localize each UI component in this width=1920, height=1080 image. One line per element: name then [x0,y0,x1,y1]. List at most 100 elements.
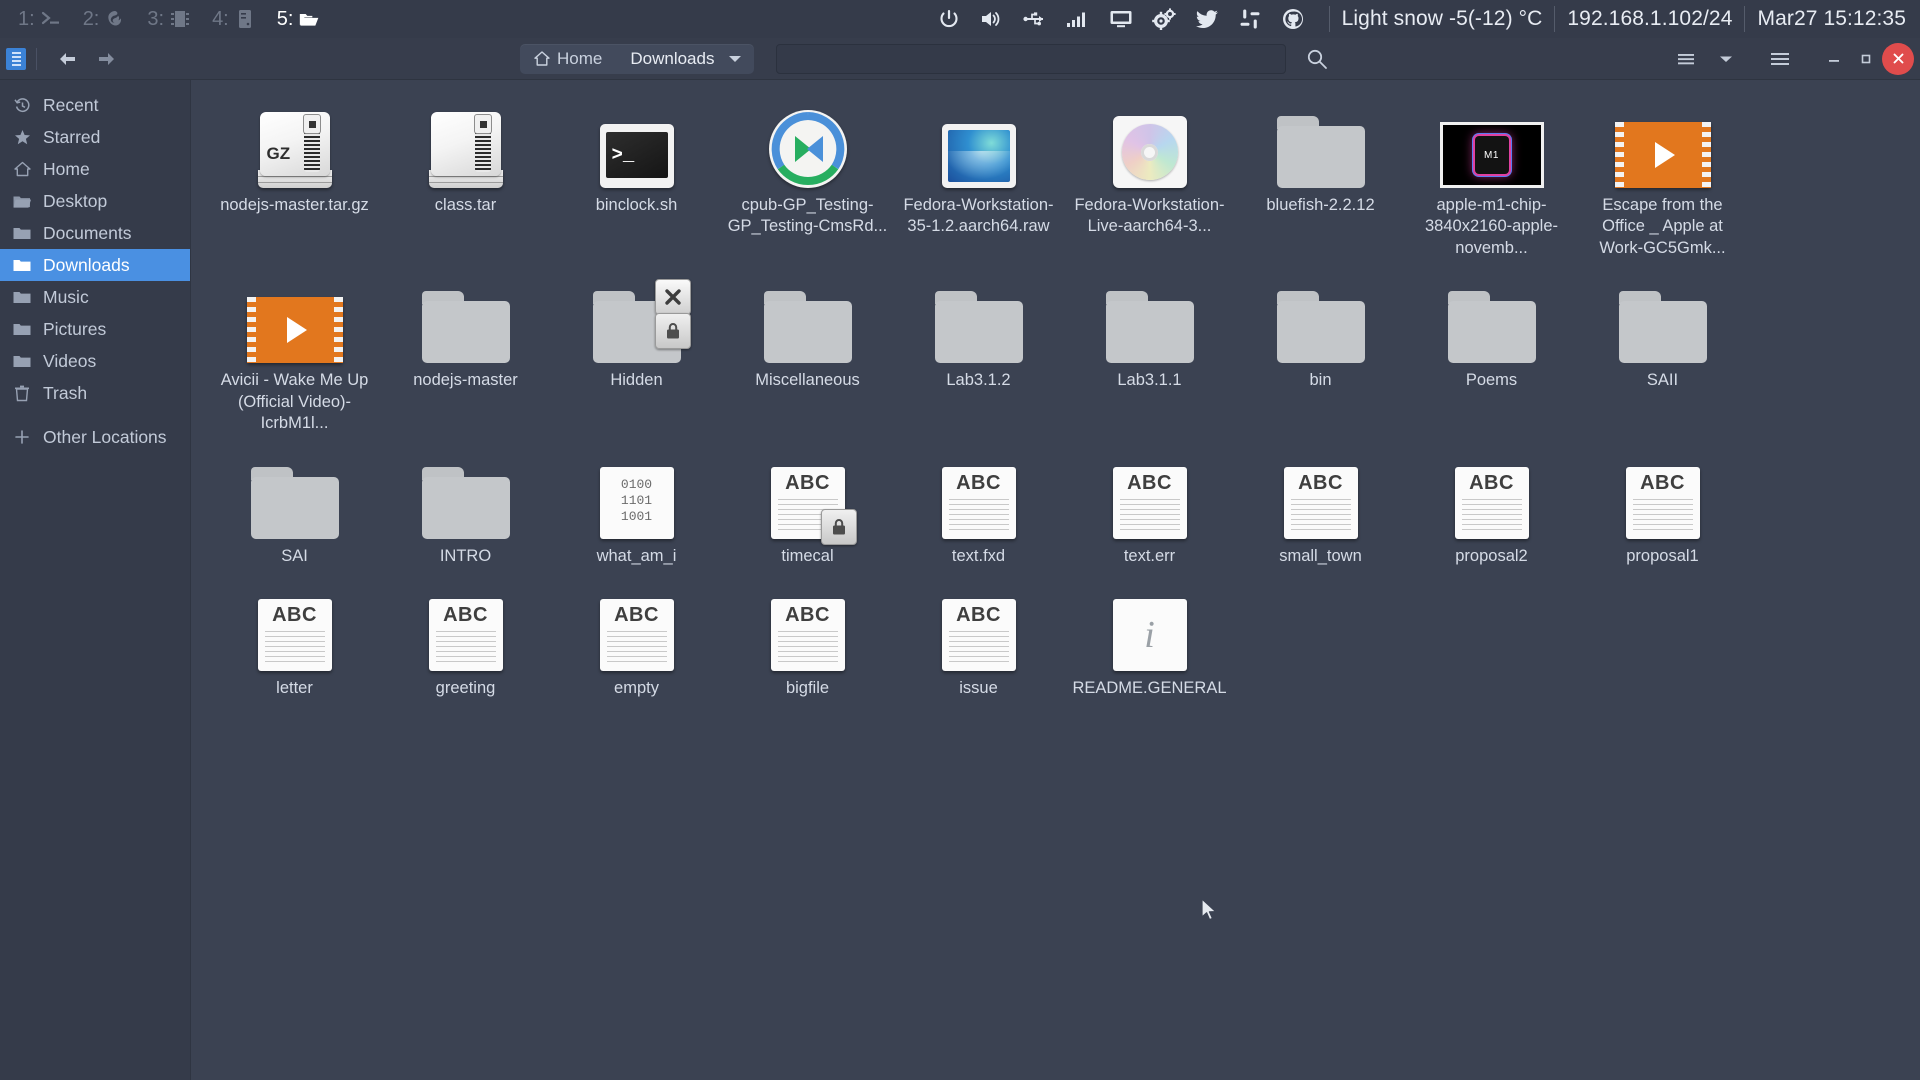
text-file-icon: ABC [599,599,674,672]
sidebar-item-desktop[interactable]: Desktop [0,185,190,217]
volume-icon[interactable] [980,7,1004,31]
file-name: nodejs-master [413,371,518,390]
firefox-icon [105,8,125,30]
file-item[interactable]: ABC empty [551,585,722,699]
workspace-3-chip[interactable]: 3: [137,6,200,33]
search-input[interactable] [776,43,1287,74]
view-toggle-button[interactable] [1666,43,1706,75]
file-grid-area[interactable]: GZ nodejs-master.tar.gz class.tar >_ bin… [190,80,1920,1080]
file-item[interactable]: Fedora-Workstation-Live-aarch64-3... [1064,102,1235,259]
sidebar-item-starred[interactable]: Starred [0,121,190,153]
usb-icon[interactable] [1023,7,1047,31]
file-name: Lab3.1.1 [1117,371,1182,390]
file-item[interactable]: ABC proposal1 [1577,453,1748,567]
file-item[interactable]: class.tar [380,102,551,259]
file-item[interactable]: Lab3.1.1 [1064,277,1235,434]
file-item[interactable]: SAI [209,453,380,567]
close-button[interactable] [1882,42,1914,75]
sidebar-item-music[interactable]: Music [0,281,190,313]
doc-abc-label: ABC [1127,471,1172,494]
file-item[interactable]: ABC letter [209,585,380,699]
headerbar-left-group [0,44,190,74]
file-thumbnail [726,102,889,188]
sidebar-item-home[interactable]: Home [0,153,190,185]
file-item[interactable]: ABC small_town [1235,453,1406,567]
file-thumbnail: ABC [897,585,1060,672]
signal-bars-icon[interactable] [1066,7,1090,31]
minimize-button[interactable] [1818,43,1850,75]
breadcrumb-item-home[interactable]: Home [520,44,616,74]
file-item[interactable]: Escape from the Office _ Apple at Work-G… [1577,102,1748,259]
file-manager-headerbar: Home Downloads [0,38,1920,80]
display-icon[interactable] [1109,7,1133,31]
folder-icon [421,466,510,539]
sidebar-item-label: Documents [43,222,132,243]
github-icon[interactable] [1281,7,1305,31]
file-item[interactable]: INTRO [380,453,551,567]
file-item[interactable]: Miscellaneous [722,277,893,434]
file-item[interactable]: Poems [1406,277,1577,434]
file-item[interactable]: bluefish-2.2.12 [1235,102,1406,259]
file-item[interactable]: ABC bigfile [722,585,893,699]
file-item[interactable]: ABC timecal [722,453,893,567]
file-item[interactable]: M1 apple-m1-chip-3840x2160-apple-novemb.… [1406,102,1577,259]
clock-recent-icon [12,95,32,115]
file-item[interactable]: cpub-GP_Testing-GP_Testing-CmsRd... [722,102,893,259]
file-item[interactable]: ABC issue [893,585,1064,699]
file-item[interactable]: 0100 1101 1001 what_am_i [551,453,722,567]
file-item[interactable]: ABC text.err [1064,453,1235,567]
breadcrumb-item-downloads[interactable]: Downloads [616,44,728,74]
search-icon[interactable] [1304,46,1330,72]
file-name: bigfile [785,679,830,698]
text-file-icon: ABC [1625,466,1700,539]
file-thumbnail: ABC [1410,453,1573,539]
sidebar-item-label: Downloads [43,254,130,275]
sidebar-item-recent[interactable]: Recent [0,89,190,121]
text-file-icon: ABC [1112,466,1187,539]
doc-abc-label: ABC [785,604,830,627]
power-icon[interactable] [937,7,961,31]
file-item[interactable]: i README.GENERAL [1064,585,1235,699]
file-item[interactable]: GZ nodejs-master.tar.gz [209,102,380,259]
sidebar-item-videos[interactable]: Videos [0,345,190,377]
sidebar-item-other-locations[interactable]: Other Locations [0,421,190,453]
hamburger-menu-button[interactable] [1760,43,1800,75]
slack-icon[interactable] [1238,7,1262,31]
file-item[interactable]: nodejs-master [380,277,551,434]
back-button[interactable] [49,44,87,74]
workspace-1-terminal[interactable]: 1: [8,6,71,33]
file-name: Avicii - Wake Me Up (Official Video)-Icr… [220,371,369,433]
file-name: timecal [781,546,834,565]
file-item[interactable]: Avicii - Wake Me Up (Official Video)-Icr… [209,277,380,434]
sidebar-item-pictures[interactable]: Pictures [0,313,190,345]
workspace-5-files[interactable]: 5: [267,6,330,33]
file-item[interactable]: ABC text.fxd [893,453,1064,567]
file-item[interactable]: bin [1235,277,1406,434]
maximize-button[interactable] [1850,43,1882,75]
twitter-icon[interactable] [1195,7,1219,31]
file-item[interactable]: SAII [1577,277,1748,434]
forward-button[interactable] [87,44,125,74]
file-item[interactable]: ABC proposal2 [1406,453,1577,567]
file-name: proposal1 [1626,546,1699,565]
sidebar-item-trash[interactable]: Trash [0,377,190,409]
sidebar-item-downloads[interactable]: Downloads [0,249,190,281]
chevron-down-icon[interactable] [728,54,754,64]
breadcrumb-label: Downloads [630,48,715,68]
file-item[interactable]: ABC greeting [380,585,551,699]
folder-icon [12,287,32,307]
doc-abc-label: ABC [1640,471,1685,494]
file-name: INTRO [439,546,492,565]
file-item[interactable]: Fedora-Workstation-35-1.2.aarch64.raw [893,102,1064,259]
gears-icon[interactable] [1151,7,1176,31]
workspace-4-server[interactable]: 4: [202,6,265,33]
shell-script-icon: >_ [599,124,674,188]
file-item[interactable]: >_ binclock.sh [551,102,722,259]
workspace-2-firefox[interactable]: 2: [73,6,136,33]
headerbar-right-group [1666,42,1920,75]
file-item[interactable]: Lab3.1.2 [893,277,1064,434]
sidebar-item-documents[interactable]: Documents [0,217,190,249]
view-options-caret[interactable] [1706,43,1746,75]
file-name: bin [1309,371,1332,390]
file-item[interactable]: Hidden [551,277,722,434]
